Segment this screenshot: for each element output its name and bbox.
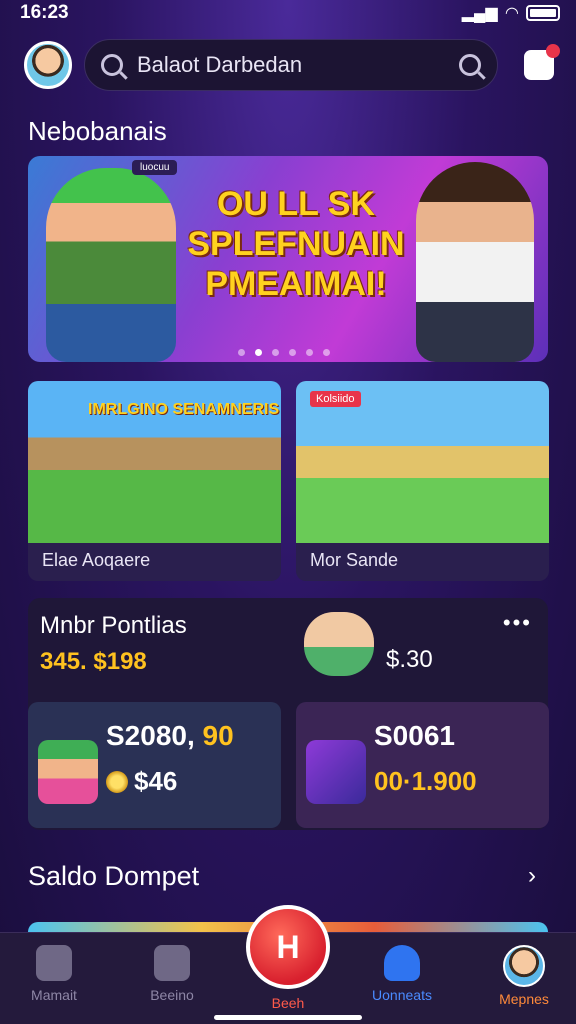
carousel-dot[interactable] bbox=[272, 349, 279, 356]
carousel-dot-active[interactable] bbox=[255, 349, 262, 356]
game-card[interactable]: Kolsiido Mor Sande bbox=[296, 381, 549, 581]
item-card-value: S0061 bbox=[374, 720, 455, 751]
bottom-nav: Mamait Beeino Beeh H Uonneats Mepnes bbox=[0, 905, 576, 1024]
home-icon bbox=[36, 945, 72, 981]
gamepad-icon bbox=[154, 945, 190, 981]
status-bar: 16:23 ▂▄▆ ◠ bbox=[0, 0, 576, 26]
item-card[interactable]: S0061 00·1.900 bbox=[296, 702, 549, 828]
status-time: 16:23 bbox=[20, 2, 69, 23]
panel-title: Mnbr Pontlias bbox=[40, 612, 187, 639]
wifi-icon: ◠ bbox=[505, 5, 518, 22]
home-indicator[interactable] bbox=[214, 1015, 362, 1020]
game-card-label: Elae Aoqaere bbox=[42, 550, 151, 570]
item-card-value-accent: 90 bbox=[202, 720, 234, 751]
banner-headline-line: SPLEFNUAIN bbox=[187, 225, 405, 263]
item-card-value-main: S2080, bbox=[106, 720, 195, 751]
profile-avatar[interactable] bbox=[24, 41, 72, 89]
nav-label: Mepnes bbox=[499, 991, 549, 1007]
promo-banner[interactable]: luocuu OU LL SK SPLEFNUAIN PMEAIMAI! bbox=[28, 156, 548, 362]
item-card-coins-value: $46 bbox=[134, 766, 178, 796]
nav-label: Beeino bbox=[150, 987, 194, 1003]
nav-item-profile[interactable]: Mepnes bbox=[474, 945, 574, 1007]
banner-tag: luocuu bbox=[132, 160, 178, 175]
search-icon bbox=[101, 54, 123, 76]
carousel-dot[interactable] bbox=[238, 349, 245, 356]
coin-icon bbox=[106, 770, 128, 793]
notification-badge bbox=[546, 44, 560, 58]
carousel-dots bbox=[238, 349, 330, 356]
header: Balaot Darbedan bbox=[24, 38, 560, 92]
characters-thumbnail bbox=[304, 612, 374, 676]
item-thumbnail bbox=[38, 740, 98, 804]
carousel-dot[interactable] bbox=[323, 349, 330, 356]
item-card-range: 00·1.900 bbox=[374, 766, 477, 796]
search-bar[interactable]: Balaot Darbedan bbox=[84, 39, 498, 91]
nav-label: Mamait bbox=[31, 987, 77, 1003]
nav-label: Beeh bbox=[271, 995, 305, 1011]
game-card-art-title: IMRLGINO SENAMNERIS bbox=[88, 401, 280, 418]
game-card-chip: Kolsiido bbox=[310, 391, 361, 407]
carousel-dot[interactable] bbox=[306, 349, 313, 356]
nav-item-games[interactable]: Beeino bbox=[122, 945, 222, 1003]
hero-character-left bbox=[46, 168, 176, 362]
game-card-art: IMRLGINO SENAMNERIS bbox=[28, 381, 281, 543]
panel-amount: 345. $198 bbox=[40, 648, 147, 675]
carousel-dot[interactable] bbox=[289, 349, 296, 356]
banner-headline-line: PMEAIMAI! bbox=[205, 265, 387, 303]
user-icon bbox=[384, 945, 420, 981]
nav-label: Uonneats bbox=[372, 987, 432, 1003]
chevron-right-icon: › bbox=[528, 862, 536, 889]
game-card-art: Kolsiido bbox=[296, 381, 549, 543]
banner-headline: OU LL SK SPLEFNUAIN PMEAIMAI! bbox=[176, 184, 416, 304]
nav-item-home[interactable]: Mamait bbox=[4, 945, 104, 1003]
item-thumbnail bbox=[306, 740, 366, 804]
voice-search-icon[interactable] bbox=[459, 54, 481, 76]
section-title: Nebobanais bbox=[28, 116, 167, 146]
wallet-balance-row[interactable]: Saldo Dompet › bbox=[28, 846, 548, 906]
nav-item-wallet[interactable]: Uonneats bbox=[352, 945, 452, 1003]
game-card[interactable]: IMRLGINO SENAMNERIS Elae Aoqaere bbox=[28, 381, 281, 581]
panel-price: $.30 bbox=[386, 646, 433, 673]
status-icons: ▂▄▆ ◠ bbox=[462, 3, 560, 23]
profile-avatar-icon bbox=[503, 945, 545, 987]
signal-icon: ▂▄▆ bbox=[461, 5, 498, 22]
wallet-balance-title: Saldo Dompet bbox=[28, 860, 200, 891]
hero-character-right bbox=[416, 162, 534, 362]
battery-icon bbox=[526, 5, 560, 21]
nav-item-center[interactable]: Beeh bbox=[238, 995, 338, 1011]
more-options-icon[interactable]: ••• bbox=[503, 610, 532, 636]
item-card-value: S2080, 90 bbox=[106, 720, 234, 752]
notification-bell-button[interactable] bbox=[524, 44, 560, 80]
item-card[interactable]: S2080, 90 $46 bbox=[28, 702, 281, 828]
search-input[interactable]: Balaot Darbedan bbox=[137, 52, 445, 78]
banner-headline-line: OU LL SK bbox=[216, 185, 376, 223]
center-action-button[interactable]: H bbox=[246, 905, 330, 989]
game-card-label: Mor Sande bbox=[310, 550, 399, 570]
item-card-coins: $46 bbox=[106, 766, 177, 797]
